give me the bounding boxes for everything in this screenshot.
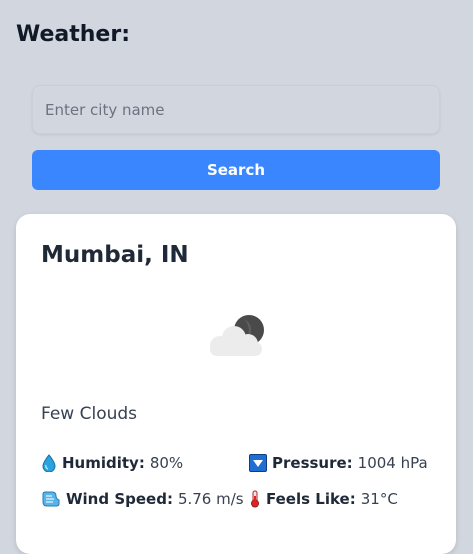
feels-like-label: Feels Like: xyxy=(266,490,356,508)
humidity-value: 80% xyxy=(149,454,184,472)
pressure-detail: Pressure: 1004 hPa xyxy=(249,454,428,472)
humidity-label: Humidity: xyxy=(62,454,145,472)
wind-speed-detail: Wind Speed: 5.76 m/s xyxy=(41,490,244,508)
pressure-label: Pressure: xyxy=(272,454,353,472)
pressure-value: 1004 hPa xyxy=(357,454,428,472)
feels-like-detail: Feels Like: 31°C xyxy=(249,490,398,508)
weather-description: Few Clouds xyxy=(41,404,138,424)
water-drop-icon xyxy=(42,454,56,472)
search-button[interactable]: Search xyxy=(32,150,440,190)
wind-icon xyxy=(42,491,60,507)
few-clouds-night-icon xyxy=(210,315,264,356)
wind-speed-value: 5.76 m/s xyxy=(177,490,244,508)
weather-card: Mumbai, IN Few Clouds Humidity: 80% Pres… xyxy=(16,214,456,554)
app-title: Weather: xyxy=(16,22,130,47)
wind-speed-label: Wind Speed: xyxy=(66,490,173,508)
down-arrow-box-icon xyxy=(249,454,267,472)
feels-like-value: 31°C xyxy=(360,490,398,508)
thermometer-icon xyxy=(251,490,259,508)
city-search-input[interactable] xyxy=(32,85,440,134)
humidity-detail: Humidity: 80% xyxy=(41,454,183,472)
city-name: Mumbai, IN xyxy=(41,242,189,268)
